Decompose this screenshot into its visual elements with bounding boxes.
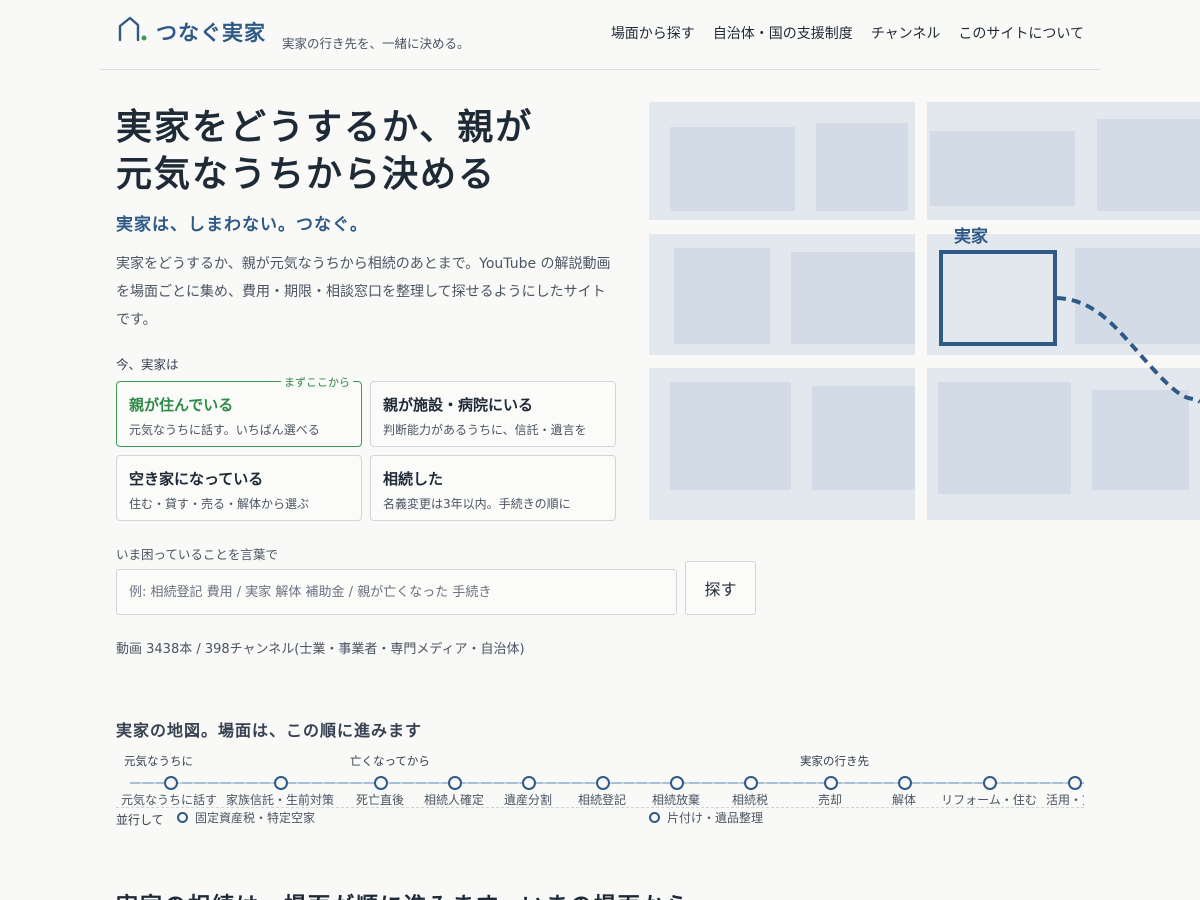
timeline-step-dot[interactable] bbox=[898, 776, 912, 790]
timeline-step-label[interactable]: 家族信託・生前対策 bbox=[226, 791, 334, 808]
parallel-step-label[interactable]: 固定資産税・特定空家 bbox=[195, 809, 315, 826]
timeline-step-label[interactable]: 相続税 bbox=[732, 791, 768, 808]
timeline-step-label[interactable]: 相続放棄 bbox=[652, 791, 700, 808]
parallel-dot-icon[interactable] bbox=[649, 812, 660, 823]
timeline-step-label[interactable]: リフォーム・住む bbox=[941, 791, 1037, 808]
timeline-step-dot[interactable] bbox=[983, 776, 997, 790]
parallel-dot-icon[interactable] bbox=[177, 812, 188, 823]
timeline-step-label[interactable]: 解体 bbox=[892, 791, 916, 808]
timeline-step-label[interactable]: 元気なうちに話す bbox=[121, 791, 217, 808]
timeline-parallel-label: 並行して bbox=[116, 813, 164, 827]
section-heading: 実家の相続は、場面が順に進みます。いまの場面から bbox=[116, 888, 690, 900]
timeline-step-label[interactable]: 売却 bbox=[818, 791, 842, 808]
timeline-step-dot[interactable] bbox=[1068, 776, 1082, 790]
timeline-step-label[interactable]: 遺産分割 bbox=[504, 791, 552, 808]
timeline-step-label[interactable]: 活用・貸す bbox=[1046, 791, 1084, 808]
timeline-step-dot[interactable] bbox=[448, 776, 462, 790]
timeline-step-dot[interactable] bbox=[522, 776, 536, 790]
timeline-step-dot[interactable] bbox=[824, 776, 838, 790]
parallel-step-label[interactable]: 片付け・遺品整理 bbox=[667, 809, 763, 826]
timeline-step-dot[interactable] bbox=[670, 776, 684, 790]
timeline-divider bbox=[116, 807, 1084, 808]
timeline-step-dot[interactable] bbox=[744, 776, 758, 790]
timeline-track: 元気なうちに話す 家族信託・生前対策 死亡直後 相続人確定 遺産分割 相続登記 … bbox=[0, 0, 1084, 900]
timeline-step-label[interactable]: 死亡直後 bbox=[356, 791, 404, 808]
timeline-step-dot[interactable] bbox=[164, 776, 178, 790]
timeline-step-label[interactable]: 相続登記 bbox=[578, 791, 626, 808]
timeline-step-dot[interactable] bbox=[274, 776, 288, 790]
timeline-step-label[interactable]: 相続人確定 bbox=[424, 791, 484, 808]
timeline-step-dot[interactable] bbox=[596, 776, 610, 790]
timeline-step-dot[interactable] bbox=[374, 776, 388, 790]
